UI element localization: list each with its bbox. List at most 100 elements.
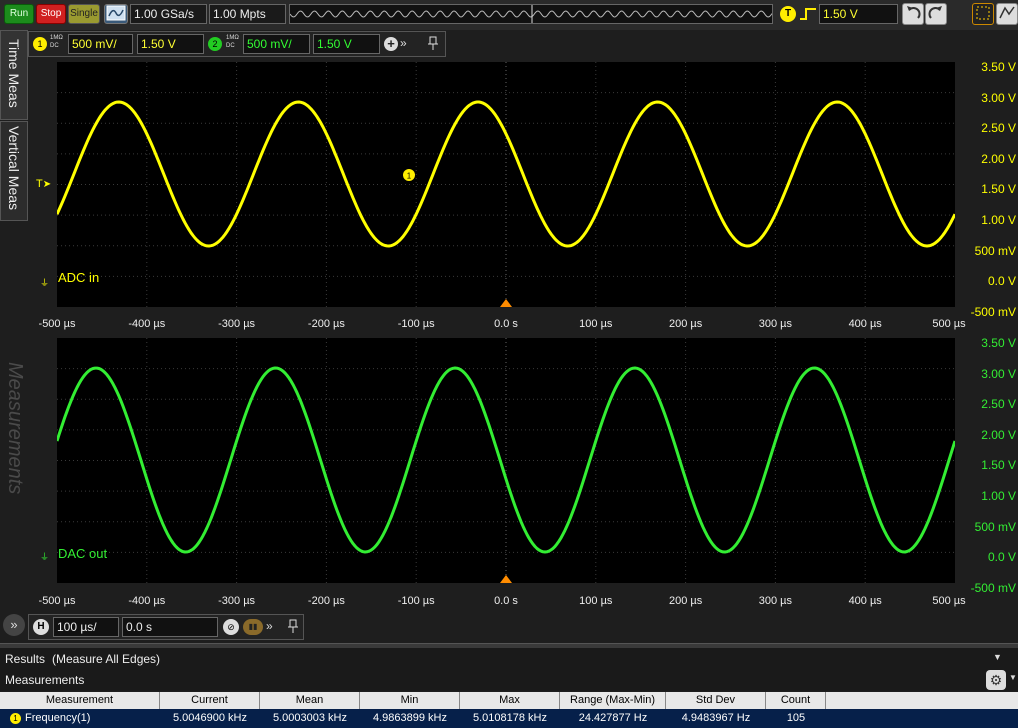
waveform-overview[interactable]: [289, 4, 773, 24]
grid: [57, 62, 955, 307]
ch1-ground-marker: ⏚: [40, 278, 50, 288]
channel-2-offset-field[interactable]: 1.50 V: [313, 34, 380, 54]
tab-time-meas[interactable]: Time Meas: [0, 30, 28, 120]
measurement-value: 4.9863899 kHz: [373, 712, 447, 724]
measurements-header: Measurements ⚙ ▼: [0, 670, 1018, 691]
x-tick-label: 100 µs: [579, 595, 613, 607]
expand-panel-icon[interactable]: »: [3, 614, 25, 636]
add-channel-icon[interactable]: +: [384, 37, 398, 51]
autoscale-icon[interactable]: [104, 4, 128, 24]
timebase-delay-field[interactable]: 0.0 s: [122, 617, 218, 637]
channel-1-offset-field[interactable]: 1.50 V: [137, 34, 204, 54]
timebase-scale-field[interactable]: 100 µs/: [53, 617, 119, 637]
y-tick-label: 1.50 V: [981, 458, 1016, 473]
expand-icon[interactable]: »: [400, 36, 407, 50]
undo-icon[interactable]: [902, 3, 924, 25]
x-tick-label: -100 µs: [397, 595, 435, 607]
column-header[interactable]: Current: [160, 692, 260, 709]
sample-rate-display: 1.00 GSa/s: [130, 4, 207, 24]
y-tick-label: 0.0 V: [987, 550, 1016, 565]
trigger-level-marker[interactable]: T➤: [36, 178, 51, 190]
channel-2-scale-field[interactable]: 500 mV/: [243, 34, 310, 54]
channel-1-impedance: 1MΩ: [50, 35, 63, 41]
channel-1-dc: DC: [50, 43, 59, 49]
x-tick-label: 0.0 s: [494, 318, 518, 330]
navigation-icon[interactable]: ▮▮: [243, 619, 263, 635]
x-tick-label: -200 µs: [307, 318, 345, 330]
tab-time-meas-label: Time Meas: [6, 39, 22, 108]
stop-button[interactable]: Stop: [36, 4, 66, 24]
channel-2-impedance: 1MΩ: [226, 35, 239, 41]
expand-timebase-icon[interactable]: »: [266, 619, 273, 633]
channel-2-badge[interactable]: 2: [208, 37, 222, 51]
measurement-value: 5.0108178 kHz: [473, 712, 547, 724]
trigger-position-marker[interactable]: [500, 299, 512, 307]
ch1-marker-label: 1: [407, 172, 412, 181]
waveform-plot-ch1[interactable]: 1: [55, 62, 957, 307]
trigger-level-field[interactable]: 1.50 V: [819, 4, 898, 24]
timebase-bar: H 100 µs/ 0.0 s ⊘ ▮▮ »: [28, 614, 304, 640]
x-tick-label: 200 µs: [668, 318, 703, 330]
y-tick-label: 2.00 V: [981, 427, 1016, 442]
grid: [57, 338, 955, 583]
x-tick-label: 100 µs: [579, 318, 613, 330]
column-header[interactable]: Count: [766, 692, 826, 709]
run-button[interactable]: Run: [4, 4, 34, 24]
x-tick-label: -300 µs: [218, 318, 256, 330]
x-tick-label: -100 µs: [397, 318, 435, 330]
measurement-name-text: Frequency(1): [25, 712, 91, 724]
column-header[interactable]: Measurement: [0, 692, 160, 709]
measurement-name[interactable]: 1 Frequency(1): [0, 709, 160, 728]
top-toolbar: Run Stop Single 1.00 GSa/s 1.00 Mpts T 1…: [0, 0, 1018, 30]
y-tick-label: 2.50 V: [981, 397, 1016, 412]
results-header: Results (Measure All Edges) ▼: [0, 648, 1018, 670]
measurement-menu-icon[interactable]: ▼: [1009, 673, 1017, 682]
pin-timebase-icon[interactable]: [287, 618, 299, 639]
channel-2-coupling: 1MΩ DC: [226, 34, 239, 50]
results-title: Results: [5, 652, 46, 666]
y-tick-label: 3.00 V: [981, 366, 1016, 381]
measurement-value: 5.0003003 kHz: [273, 712, 347, 724]
column-header[interactable]: Min: [360, 692, 460, 709]
measurement-settings-icon[interactable]: ⚙: [986, 670, 1006, 690]
x-tick-label: -300 µs: [218, 595, 256, 607]
tab-measurements-label: Measurements: [4, 362, 26, 495]
x-tick-label: 200 µs: [668, 595, 703, 607]
results-menu-icon[interactable]: ▼: [993, 652, 1002, 662]
measurement-value: 24.427877 Hz: [578, 712, 648, 724]
waveform-plot-ch2[interactable]: [55, 338, 957, 583]
ch2-ground-marker: ⏚: [40, 552, 50, 562]
x-tick-label: 400 µs: [848, 318, 882, 330]
column-header[interactable]: Max: [460, 692, 560, 709]
x-tick-label: -400 µs: [128, 595, 166, 607]
channel-1-scale-field[interactable]: 500 mV/: [68, 34, 133, 54]
x-tick-label: -200 µs: [307, 595, 345, 607]
horizontal-badge[interactable]: H: [33, 619, 49, 635]
channel-1-coupling: 1MΩ DC: [50, 34, 63, 50]
trigger-position-marker-2[interactable]: [500, 575, 512, 583]
measurement-value: 105: [786, 712, 806, 724]
zero-delay-icon[interactable]: ⊘: [223, 619, 239, 635]
tab-vertical-meas[interactable]: Vertical Meas: [0, 121, 28, 221]
y-axis-labels-ch2: 3.50 V 3.00 V 2.50 V 2.00 V 1.50 V 1.00 V 500 …: [955, 0, 1018, 600]
x-axis-labels-bottom: -500 µs -400 µs -300 µs -200 µs -100 µs 0.0 s…: [0, 595, 1018, 611]
x-tick-label: -400 µs: [128, 318, 166, 330]
measurement-value: 4.9483967 Hz: [681, 712, 751, 724]
single-button[interactable]: Single: [68, 4, 100, 24]
pin-icon[interactable]: [427, 35, 439, 56]
column-header[interactable]: Range (Max-Min): [560, 692, 666, 709]
tab-vertical-meas-label: Vertical Meas: [6, 126, 22, 211]
channel-2-dc: DC: [226, 43, 235, 49]
redo-icon[interactable]: [925, 3, 947, 25]
y-tick-label: 1.00 V: [981, 489, 1016, 503]
tab-measurements[interactable]: Measurements: [0, 222, 28, 612]
x-tick-label: 300 µs: [758, 318, 793, 330]
y-tick-label: 500 mV: [974, 519, 1016, 534]
rising-edge-icon[interactable]: [799, 6, 817, 27]
column-header[interactable]: Mean: [260, 692, 360, 709]
column-header[interactable]: Std Dev: [666, 692, 766, 709]
x-tick-label: 400 µs: [848, 595, 882, 607]
measurements-table: Measurement Current Mean Min Max Range (Max-M…: [0, 692, 1018, 728]
channel-1-badge[interactable]: 1: [33, 37, 47, 51]
measurement-channel-badge: 1: [10, 712, 21, 724]
